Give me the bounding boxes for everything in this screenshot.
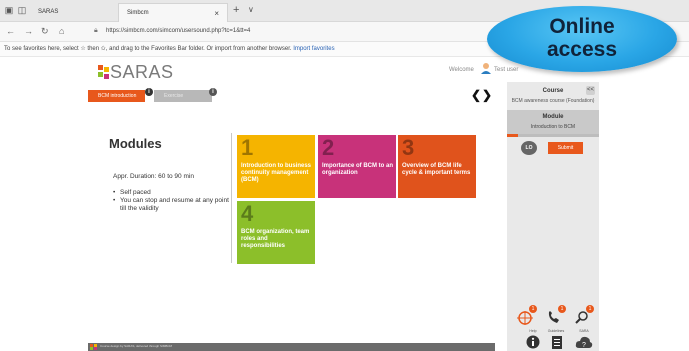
sara-cloud-icon[interactable]: ? [575,335,593,349]
favorites-hint: To see favorites here, select ☆ then ✩, … [4,46,292,52]
submit-button[interactable]: Submit [548,142,583,154]
module-number: 2 [322,135,335,160]
bubble-line-2: access [546,38,618,61]
online-access-text: Online access [487,15,677,61]
module-label: Overview of BCM life cycle & important t… [402,163,471,176]
module-tile-4[interactable]: 4 BCM organization, team roles and respo… [237,201,315,264]
import-favorites-link[interactable]: Import favorites [293,46,334,52]
help-info-icon[interactable] [526,335,540,349]
online-access-bubble: Online access [487,6,677,72]
tab-switcher-icon[interactable]: ◫ [17,6,27,15]
saras-logo-mark [98,65,109,79]
tab-menu-icon[interactable]: ∨ [248,5,254,14]
forward-arrow-icon[interactable]: → [24,26,33,36]
module-title: Module [542,114,564,120]
tool-badge: 1 [529,305,537,313]
screenshot-root: ▣ ◫ SARAS Simbcm × + ∨ ← → ↻ ⌂ 🔒︎ https:… [0,0,689,351]
browser-tab-simbcm[interactable]: Simbcm × [118,3,228,22]
tab-close-icon[interactable]: × [214,4,219,23]
svg-text:?: ? [582,342,586,349]
progress-fill [507,134,519,137]
vertical-divider [231,133,232,263]
course-name: BCM awareness course (Foundation) [511,98,595,104]
welcome-label: Welcome [449,67,474,73]
list-item: Self paced [113,189,233,197]
refresh-icon[interactable]: ↻ [41,26,49,37]
url-field[interactable]: https://simbcm.com/simcom/usersound.php?… [106,28,250,34]
tab-label: BCM introduction [98,93,137,99]
list-item: You can stop and resume at any point til… [113,197,233,213]
module-name: Introduction to BCM [530,124,576,130]
logo-text: SARAS [110,62,174,82]
collapse-panel-button[interactable]: << [586,86,595,95]
tool-badge: 1 [586,305,594,313]
guidelines-label: Guidelines [547,329,565,333]
target-tool-icon[interactable]: 1 [516,305,537,326]
module-tile-2[interactable]: 2 Importance of BCM to an organization [318,135,396,198]
module-tile-1[interactable]: 1 Introduction to business continuity ma… [237,135,315,198]
home-icon[interactable]: ⌂ [59,26,64,36]
browser-tab-label: Simbcm [127,10,149,16]
user-avatar-icon[interactable] [480,62,492,74]
tab-label: Exercise [164,93,184,99]
lo-badge[interactable]: LO [521,141,537,155]
module-label: Introduction to business continuity mana… [241,163,311,183]
bubble-line-1: Online [549,15,615,38]
guidelines-document-icon[interactable] [550,335,564,349]
app-footer: Course design by SARAS, delivered throug… [88,343,495,351]
tab-bcm-introduction[interactable]: BCM introduction [88,90,145,102]
footer-logo-mark [90,344,97,350]
module-number: 3 [402,135,415,160]
prev-arrow-icon[interactable]: ❮ [471,88,481,102]
module-label: BCM organization, team roles and respons… [241,229,310,249]
tool-badge: 1 [558,305,566,313]
tab-actions-icon[interactable]: ▣ [4,6,14,15]
module-number: 4 [241,201,254,226]
new-tab-button[interactable]: + [233,4,239,16]
user-name[interactable]: Test user [494,67,518,73]
feature-list: Self paced You can stop and resume at an… [113,189,233,213]
modules-title: Modules [109,136,162,151]
module-number: 1 [241,135,254,160]
next-arrow-icon[interactable]: ❯ [482,88,492,102]
info-icon[interactable]: i [209,88,217,96]
phone-tool-icon[interactable]: 1 [545,305,566,326]
back-arrow-icon[interactable]: ← [6,26,15,36]
browser-tab-saras[interactable]: SARAS [30,3,110,22]
info-icon[interactable]: i [145,88,153,96]
search-tool-icon[interactable]: 1 [573,305,594,326]
module-tile-3[interactable]: 3 Overview of BCM life cycle & important… [398,135,476,198]
duration-text: Appr. Duration: 60 to 90 min [113,173,194,180]
sara-label: SARA [579,329,589,333]
footer-text: Course design by SARAS, delivered throug… [100,344,173,348]
browser-tab-label: SARAS [38,9,59,15]
lock-icon: 🔒︎ [94,27,98,34]
tab-exercise[interactable]: Exercise [154,90,212,102]
module-label: Importance of BCM to an organization [322,163,394,176]
module-progress-bar [507,134,599,137]
help-label: Help [529,329,537,333]
